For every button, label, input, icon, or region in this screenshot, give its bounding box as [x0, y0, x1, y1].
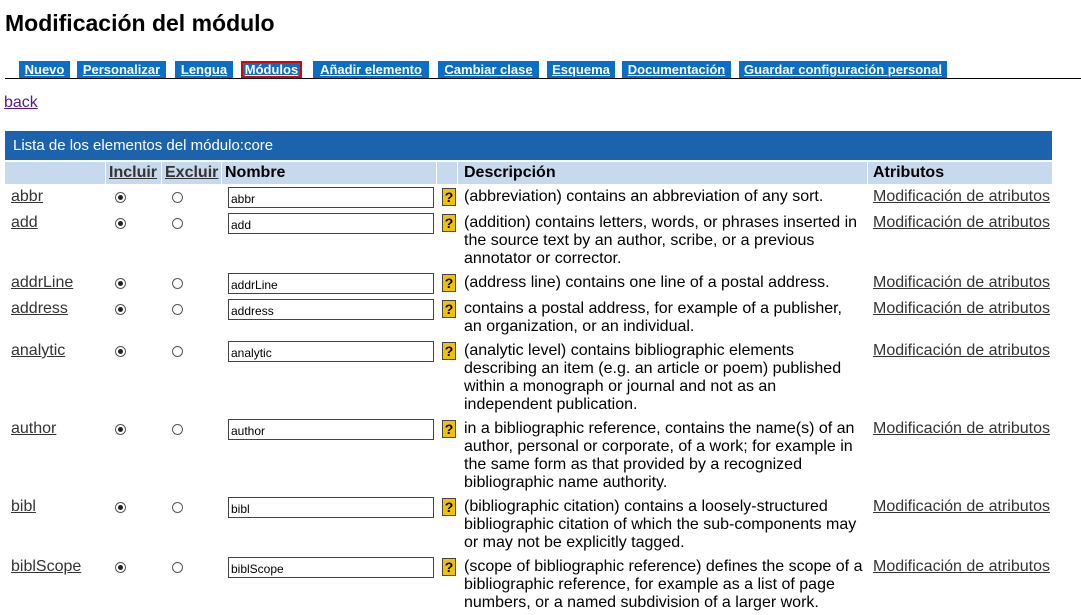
exclude-radio[interactable] — [172, 502, 183, 513]
element-description: (address line) contains one line of a po… — [464, 274, 830, 291]
attribute-modification-link[interactable]: Modificación de atributos — [873, 274, 1050, 292]
element-description: in a bibliographic reference, contains t… — [464, 420, 855, 491]
column-header-help — [437, 162, 457, 184]
attribute-modification-link[interactable]: Modificación de atributos — [873, 300, 1050, 318]
help-icon[interactable]: ? — [442, 274, 456, 292]
help-icon[interactable]: ? — [442, 214, 456, 232]
element-name-input[interactable] — [228, 341, 434, 362]
element-name-input[interactable] — [228, 557, 434, 578]
column-header-attributes: Atributos — [868, 162, 1052, 184]
element-name-input[interactable] — [228, 273, 434, 294]
element-description: (scope of bibliographic reference) defin… — [464, 558, 863, 611]
element-name-input[interactable] — [228, 187, 434, 208]
exclude-radio[interactable] — [172, 562, 183, 573]
exclude-radio[interactable] — [172, 304, 183, 315]
tab-modulos[interactable]: Módulos — [241, 61, 302, 78]
exclude-radio[interactable] — [172, 278, 183, 289]
include-radio[interactable] — [115, 278, 126, 289]
tab-nuevo[interactable]: Nuevo — [19, 61, 70, 78]
element-description: contains a postal address, for example o… — [464, 300, 842, 335]
panel-title: Lista de los elementos del módulo:core — [5, 131, 1052, 160]
tab-documentacion[interactable]: Documentación — [622, 61, 731, 78]
element-name-link[interactable]: bibl — [11, 498, 36, 516]
help-icon[interactable]: ? — [442, 420, 456, 438]
exclude-radio[interactable] — [172, 218, 183, 229]
include-radio[interactable] — [115, 502, 126, 513]
include-radio[interactable] — [115, 304, 126, 315]
column-header-exclude[interactable]: Excluir — [162, 162, 221, 184]
include-radio[interactable] — [115, 424, 126, 435]
back-link[interactable]: back — [4, 94, 38, 112]
column-header-description: Descripción — [458, 162, 867, 184]
include-radio[interactable] — [115, 192, 126, 203]
page-title: Modificación del módulo — [5, 10, 275, 36]
element-description: (analytic level) contains bibliographic … — [464, 342, 842, 413]
element-name-link[interactable]: address — [11, 300, 68, 318]
include-radio[interactable] — [115, 562, 126, 573]
element-name-input[interactable] — [228, 213, 434, 234]
element-description: (bibliographic citation) contains a loos… — [464, 498, 857, 551]
element-name-link[interactable]: add — [11, 214, 38, 232]
exclude-radio[interactable] — [172, 346, 183, 357]
tab-anadir-elemento[interactable]: Añadir elemento — [313, 61, 429, 78]
column-header-include[interactable]: Incluir — [106, 162, 161, 184]
attribute-modification-link[interactable]: Modificación de atributos — [873, 342, 1050, 360]
attribute-modification-link[interactable]: Modificación de atributos — [873, 188, 1050, 206]
help-icon[interactable]: ? — [442, 342, 456, 360]
element-name-link[interactable]: biblScope — [11, 558, 81, 576]
element-name-link[interactable]: addrLine — [11, 274, 73, 292]
element-name-input[interactable] — [228, 299, 434, 320]
element-name-link[interactable]: abbr — [11, 188, 43, 206]
help-icon[interactable]: ? — [442, 498, 456, 516]
column-header-name: Nombre — [222, 162, 436, 184]
attribute-modification-link[interactable]: Modificación de atributos — [873, 214, 1050, 232]
include-radio[interactable] — [115, 346, 126, 357]
attribute-modification-link[interactable]: Modificación de atributos — [873, 558, 1050, 576]
element-name-input[interactable] — [228, 497, 434, 518]
attribute-modification-link[interactable]: Modificación de atributos — [873, 498, 1050, 516]
exclude-radio[interactable] — [172, 424, 183, 435]
tab-esquema[interactable]: Esquema — [547, 61, 615, 78]
tab-lengua[interactable]: Lengua — [175, 61, 233, 78]
exclude-radio[interactable] — [172, 192, 183, 203]
tab-cambiar-clase[interactable]: Cambiar clase — [438, 61, 539, 78]
attribute-modification-link[interactable]: Modificación de atributos — [873, 420, 1050, 438]
element-description: (abbreviation) contains an abbreviation … — [464, 188, 824, 205]
help-icon[interactable]: ? — [442, 300, 456, 318]
element-name-link[interactable]: analytic — [11, 342, 65, 360]
tab-bar: Nuevo Personalizar Lengua Módulos Añadir… — [5, 61, 1081, 79]
include-radio[interactable] — [115, 218, 126, 229]
column-header-element — [5, 162, 105, 184]
tab-guardar-configuracion[interactable]: Guardar configuración personal — [739, 61, 947, 78]
help-icon[interactable]: ? — [442, 188, 456, 206]
help-icon[interactable]: ? — [442, 558, 456, 576]
element-description: (addition) contains letters, words, or p… — [464, 214, 858, 267]
element-name-input[interactable] — [228, 419, 434, 440]
tab-personalizar[interactable]: Personalizar — [77, 61, 166, 78]
element-name-link[interactable]: author — [11, 420, 56, 438]
